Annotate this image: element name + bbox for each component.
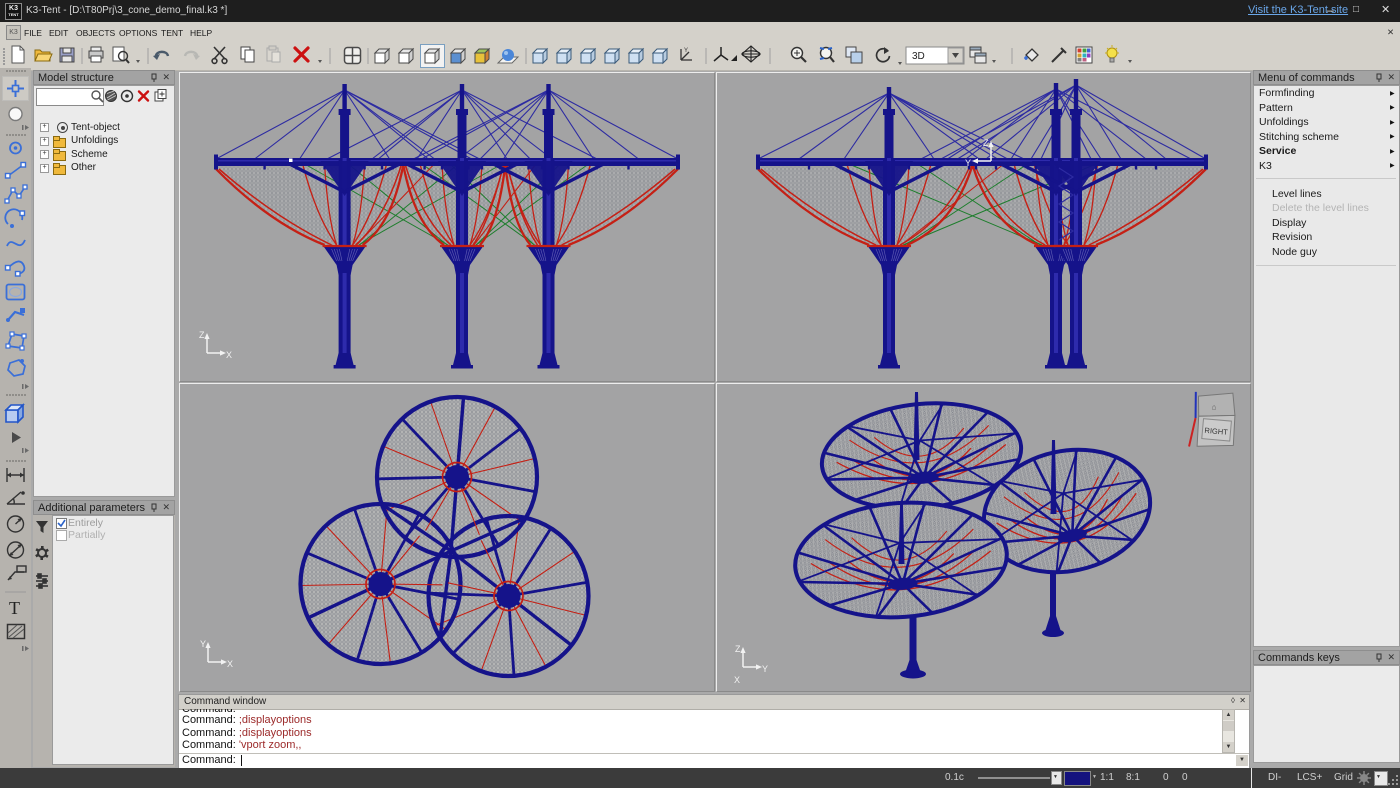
svg-text:Y: Y xyxy=(762,664,768,674)
svg-text:X: X xyxy=(734,675,740,685)
svg-text:Z: Z xyxy=(199,330,205,340)
svg-text:X: X xyxy=(226,350,232,360)
svg-text:Y: Y xyxy=(200,639,206,649)
svg-text:T: T xyxy=(9,598,20,618)
svg-text:⌂: ⌂ xyxy=(1211,402,1217,411)
svg-text:Y: Y xyxy=(965,158,971,168)
svg-text:Z: Z xyxy=(735,644,741,654)
svg-text:X: X xyxy=(227,659,233,669)
svg-text:Z: Z xyxy=(983,138,989,148)
svg-text:3D: 3D xyxy=(912,51,925,62)
svg-text:Y: Y xyxy=(684,48,688,54)
